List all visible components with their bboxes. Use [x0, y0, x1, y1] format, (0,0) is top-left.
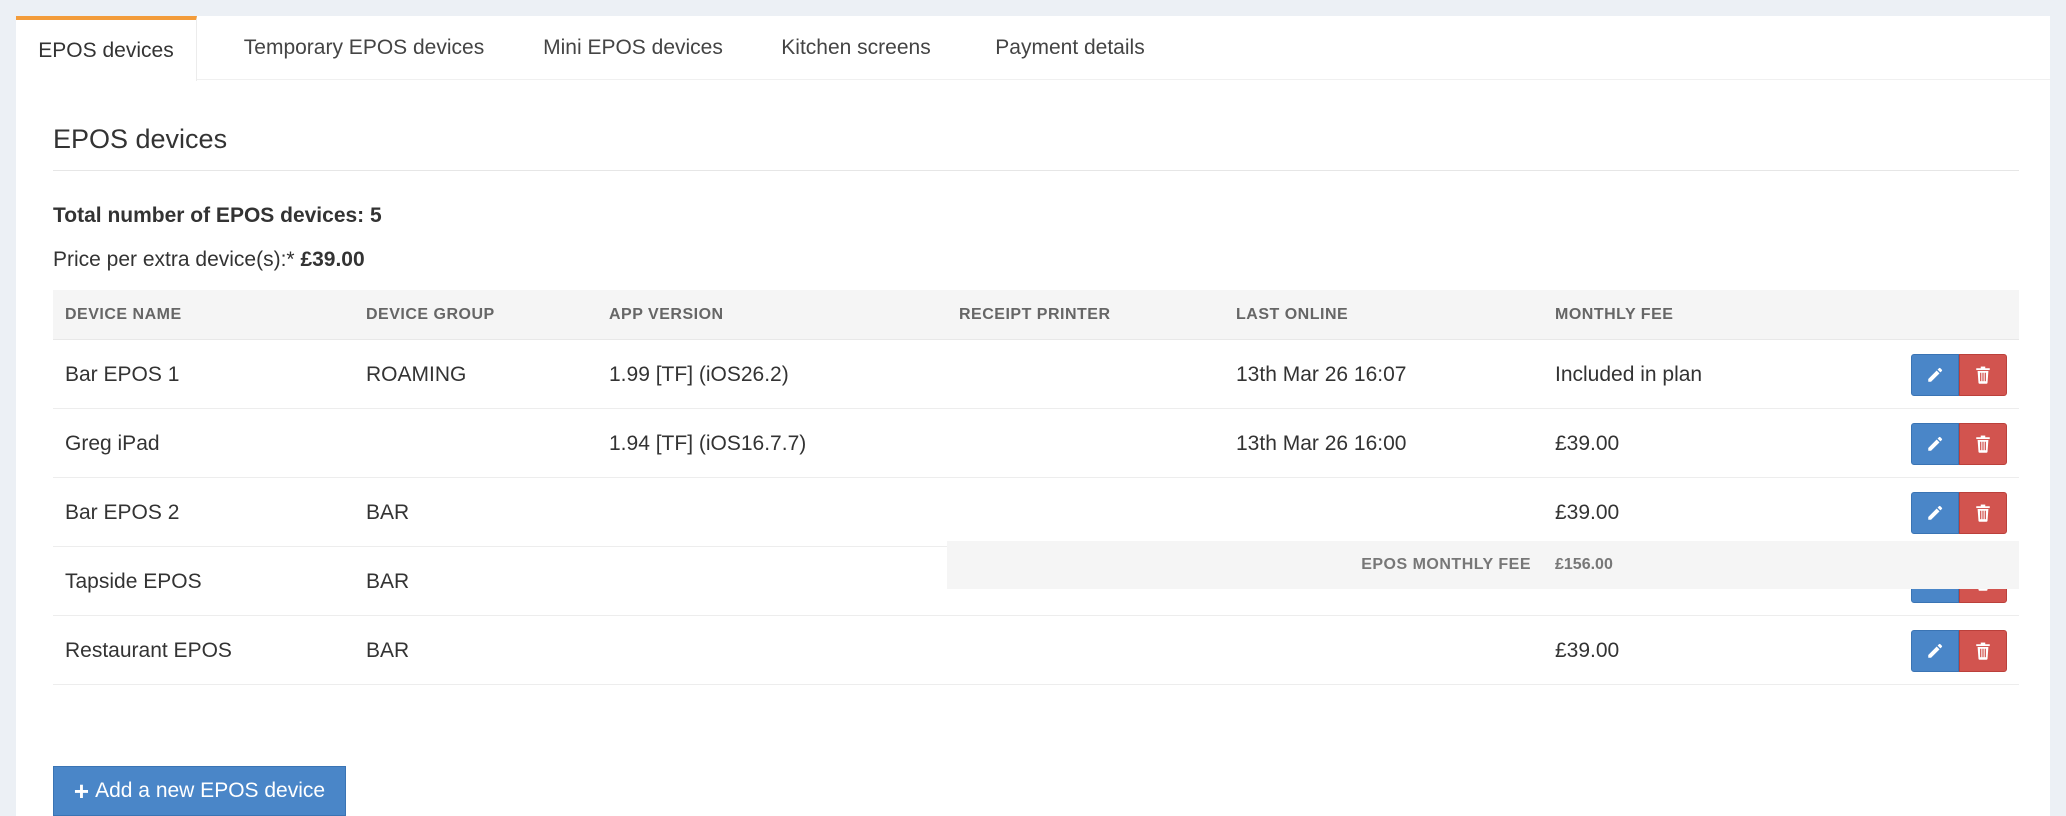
- add-epos-device-label: Add a new EPOS device: [95, 779, 326, 802]
- tab-label: Payment details: [995, 36, 1145, 59]
- tab-epos-devices[interactable]: EPOS devices: [16, 16, 197, 81]
- device-name-cell: Bar EPOS 1: [65, 363, 180, 386]
- app-version-cell: 1.99 [TF] (iOS26.2): [609, 363, 789, 386]
- trash-icon: [1975, 504, 1991, 522]
- row-actions: [1911, 492, 2007, 534]
- tab-temporary-epos-devices[interactable]: Temporary EPOS devices: [214, 16, 514, 80]
- device-group-cell: ROAMING: [366, 363, 467, 386]
- add-epos-device-button[interactable]: + Add a new EPOS device: [53, 766, 346, 816]
- pencil-icon: [1926, 504, 1944, 522]
- plus-icon: +: [73, 776, 90, 806]
- section-title: EPOS devices: [53, 124, 228, 154]
- edit-device-button[interactable]: [1911, 423, 1959, 465]
- device-name-cell: Greg iPad: [65, 432, 160, 455]
- total-devices: Total number of EPOS devices: 5: [53, 204, 382, 227]
- column-header-receipt-printer[interactable]: RECEIPT PRINTER: [959, 290, 1111, 340]
- row-actions: [1911, 354, 2007, 396]
- price-label: Price per extra device(s):*: [53, 248, 295, 271]
- column-header-app-version[interactable]: APP VERSION: [609, 290, 724, 340]
- column-header-monthly-fee[interactable]: MONTHLY FEE: [1555, 290, 1673, 340]
- trash-icon: [1975, 642, 1991, 660]
- device-name-cell: Bar EPOS 2: [65, 501, 180, 524]
- last-online-cell: 13th Mar 26 16:00: [1236, 432, 1407, 455]
- divider: [53, 170, 2019, 171]
- device-group-cell: BAR: [366, 639, 410, 662]
- device-name-cell: Tapside EPOS: [65, 570, 202, 593]
- tab-kitchen-screens[interactable]: Kitchen screens: [756, 16, 956, 80]
- app-version-cell: 1.94 [TF] (iOS16.7.7): [609, 432, 807, 455]
- trash-icon: [1975, 435, 1991, 453]
- table-footer: EPOS MONTHLY FEE £156.00: [947, 541, 2019, 589]
- tab-label: Mini EPOS devices: [543, 36, 723, 59]
- row-actions: [1911, 423, 2007, 465]
- delete-device-button[interactable]: [1959, 423, 2007, 465]
- table-row: Bar EPOS 1 ROAMING 1.99 [TF] (iOS26.2) 13th…: [53, 340, 2019, 409]
- monthly-fee-cell: £39.00: [1555, 432, 1620, 455]
- device-group-cell: BAR: [366, 501, 410, 524]
- trash-icon: [1975, 366, 1991, 384]
- device-name-cell: Restaurant EPOS: [65, 639, 232, 662]
- table-body: Bar EPOS 1 ROAMING 1.99 [TF] (iOS26.2) 13th…: [53, 340, 2019, 685]
- last-online-cell: 13th Mar 26 16:07: [1236, 363, 1407, 386]
- row-actions: [1911, 630, 2007, 672]
- table-header: DEVICE NAME DEVICE GROUP APP VERSION REC…: [53, 290, 2019, 340]
- edit-device-button[interactable]: [1911, 354, 1959, 396]
- tab-mini-epos-devices[interactable]: Mini EPOS devices: [522, 16, 744, 80]
- tab-bar: EPOS devices Temporary EPOS devices Mini…: [16, 16, 2050, 81]
- delete-device-button[interactable]: [1959, 630, 2007, 672]
- column-header-last-online[interactable]: LAST ONLINE: [1236, 290, 1348, 340]
- tab-label: Temporary EPOS devices: [243, 36, 485, 59]
- devices-panel: EPOS devices Temporary EPOS devices Mini…: [16, 16, 2050, 816]
- monthly-fee-cell: £39.00: [1555, 501, 1620, 524]
- price-value: £39.00: [300, 248, 365, 271]
- pencil-icon: [1926, 435, 1944, 453]
- devices-table: DEVICE NAME DEVICE GROUP APP VERSION REC…: [53, 290, 2019, 685]
- delete-device-button[interactable]: [1959, 492, 2007, 534]
- table-row: Greg iPad 1.94 [TF] (iOS16.7.7) 13th Mar 2…: [53, 409, 2019, 478]
- device-group-cell: BAR: [366, 570, 410, 593]
- monthly-fee-cell: £39.00: [1555, 639, 1620, 662]
- tab-payment-details[interactable]: Payment details: [966, 16, 1174, 80]
- pencil-icon: [1926, 366, 1944, 384]
- column-header-device-name[interactable]: DEVICE NAME: [65, 290, 182, 340]
- price-per-extra-device: Price per extra device(s):* £39.00: [53, 248, 365, 272]
- monthly-fee-total-label: EPOS MONTHLY FEE: [1361, 556, 1531, 573]
- edit-device-button[interactable]: [1911, 492, 1959, 534]
- delete-device-button[interactable]: [1959, 354, 2007, 396]
- monthly-fee-cell: Included in plan: [1555, 363, 1703, 386]
- column-header-device-group[interactable]: DEVICE GROUP: [366, 290, 495, 340]
- monthly-fee-total-value: £156.00: [1555, 556, 1613, 573]
- pencil-icon: [1926, 642, 1944, 660]
- table-row: Restaurant EPOS BAR £39.00: [53, 616, 2019, 685]
- table-row: Bar EPOS 2 BAR £39.00: [53, 478, 2019, 547]
- tab-label: EPOS devices: [38, 38, 174, 62]
- tab-label: Kitchen screens: [781, 36, 931, 59]
- edit-device-button[interactable]: [1911, 630, 1959, 672]
